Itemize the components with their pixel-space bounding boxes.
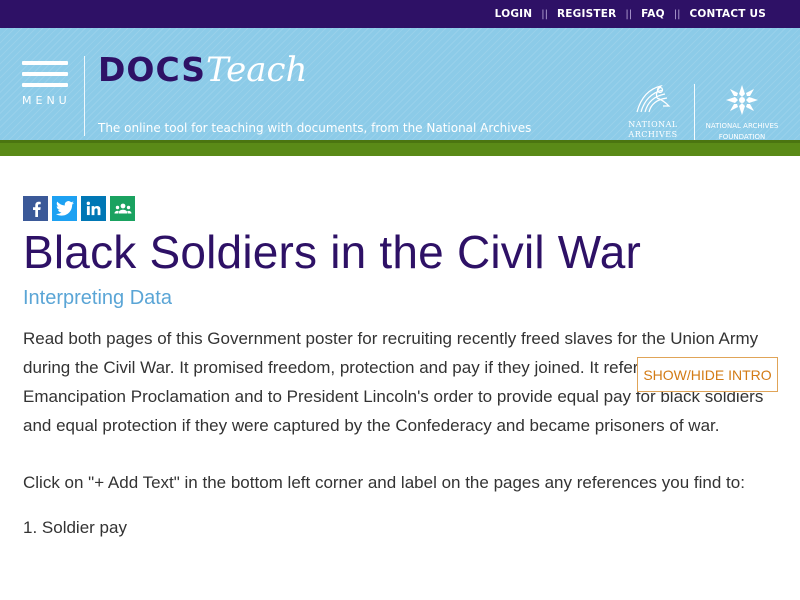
site-tagline: The online tool for teaching with docume…: [98, 121, 532, 135]
nav-separator: ||: [625, 8, 633, 20]
logo-divider: [694, 84, 695, 140]
facebook-icon: [32, 201, 41, 217]
linkedin-share-button[interactable]: [81, 196, 106, 221]
instructions-paragraph: Click on "+ Add Text" in the bottom left…: [23, 473, 745, 492]
green-accent-bar: [0, 140, 800, 156]
linkedin-icon: [86, 201, 101, 216]
register-link[interactable]: REGISTER: [557, 8, 616, 20]
activity-type: Interpreting Data: [23, 287, 172, 309]
google-classroom-icon: [114, 203, 131, 213]
eagle-icon: [636, 84, 671, 113]
page-title: Black Soldiers in the Civil War: [23, 226, 642, 278]
nav-separator: ||: [541, 8, 548, 20]
star-burst-icon: [726, 85, 758, 115]
national-archives-foundation-logo[interactable]: NATIONAL ARCHIVES FOUNDATION: [704, 84, 780, 142]
naf-logo-line1: NATIONAL ARCHIVES: [705, 122, 779, 130]
national-archives-logo[interactable]: NATIONAL ARCHIVES: [622, 82, 684, 140]
header-divider: [84, 56, 85, 136]
twitter-icon: [55, 201, 74, 216]
menu-label: MENU: [22, 94, 71, 107]
twitter-share-button[interactable]: [52, 196, 77, 221]
main-content: Black Soldiers in the Civil War Interpre…: [0, 196, 800, 542]
google-classroom-share-button[interactable]: [110, 196, 135, 221]
show-hide-intro-button[interactable]: SHOW/HIDE INTRO: [637, 357, 778, 392]
list-item: 1. Soldier pay: [23, 518, 127, 537]
nav-separator: ||: [673, 8, 681, 20]
logo-teach-text: Teach: [206, 50, 308, 90]
reference-list: 1. Soldier pay: [23, 513, 778, 542]
share-buttons: [23, 196, 778, 221]
menu-button[interactable]: MENU: [22, 61, 68, 107]
naf-logo-line2: FOUNDATION: [718, 133, 766, 141]
docsteach-logo[interactable]: DOCSTeach: [98, 50, 307, 90]
na-logo-line2: ARCHIVES: [628, 130, 678, 139]
hamburger-icon-bar: [22, 83, 68, 87]
top-nav: LOGIN || REGISTER || FAQ || CONTACT US: [0, 0, 800, 28]
hamburger-icon-bar: [22, 72, 68, 76]
logo-docs-text: DOCS: [98, 50, 207, 89]
hamburger-icon-bar: [22, 61, 68, 65]
na-logo-line1: NATIONAL: [628, 120, 678, 129]
faq-link[interactable]: FAQ: [641, 8, 665, 20]
facebook-share-button[interactable]: [23, 196, 48, 221]
site-header: MENU DOCSTeach The online tool for teach…: [0, 28, 800, 142]
login-link[interactable]: LOGIN: [495, 8, 533, 20]
contact-us-link[interactable]: CONTACT US: [689, 8, 766, 20]
